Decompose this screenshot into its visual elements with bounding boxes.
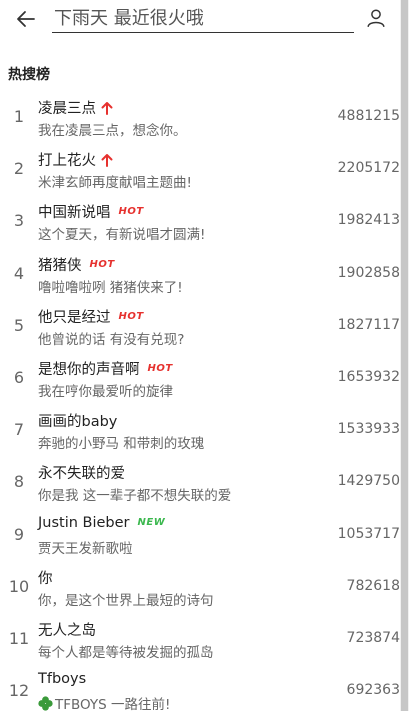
item-subtitle: 噜啦噜啦咧 猪猪侠来了! xyxy=(38,276,183,296)
hot-badge: HOT xyxy=(147,362,173,374)
rank-number: 9 xyxy=(13,524,25,544)
rank-number: 12 xyxy=(8,681,30,701)
list-item[interactable]: 11 无人之岛每个人都是等待被发掘的孤岛 723874 xyxy=(0,614,400,666)
search-count: 1429750 xyxy=(337,473,400,490)
item-title: 永不失联的爱 xyxy=(38,462,125,483)
search-count: 1982413 xyxy=(337,212,400,229)
search-count: 1653932 xyxy=(337,368,400,385)
item-subtitle: 每个人都是等待被发掘的孤岛 xyxy=(38,641,214,661)
trending-up-arrow-icon xyxy=(101,101,113,115)
item-subtitle: 你，是这个世界上最短的诗句 xyxy=(38,589,214,609)
item-title-text: 中国新说唱 xyxy=(38,205,111,222)
list-item[interactable]: 5 他只是经过 HOT 他曾说的话 有没有兑现? 1827117 xyxy=(0,301,400,353)
rank-number: 7 xyxy=(13,420,25,440)
user-icon[interactable] xyxy=(365,7,387,29)
clover-icon xyxy=(38,696,53,711)
item-title: 他只是经过 HOT xyxy=(38,306,144,327)
item-title-text: 打上花火 xyxy=(38,153,96,170)
search-count: 723874 xyxy=(346,629,400,646)
list-item[interactable]: 1 凌晨三点我在凌晨三点，想念你。 4881215 xyxy=(0,92,400,144)
search-count: 1053717 xyxy=(337,525,400,542)
item-title-text: 凌晨三点 xyxy=(38,101,96,117)
rank-number: 1 xyxy=(13,107,25,126)
search-count: 2205172 xyxy=(337,160,400,177)
list-item[interactable]: 4 猪猪侠 HOT 噜啦噜啦咧 猪猪侠来了! 1902858 xyxy=(0,249,400,301)
arrow-left-icon[interactable] xyxy=(14,7,38,31)
item-subtitle-text: 我在哼你最爱听的旋律 xyxy=(38,383,173,400)
item-title: 猪猪侠 HOT xyxy=(38,254,115,275)
hot-badge: HOT xyxy=(118,310,144,322)
item-title-text: 无人之岛 xyxy=(38,622,96,639)
list-item[interactable]: 12 Tfboys TFBOYS 一路往前! 692363 xyxy=(0,666,400,718)
search-count: 1827117 xyxy=(337,316,400,333)
hot-search-list: 1 凌晨三点我在凌晨三点，想念你。 4881215 2 打上花火米津玄師再度献唱主题曲!… xyxy=(0,92,400,718)
search-input[interactable]: 下雨天 最近很火哦 xyxy=(52,6,354,33)
rank-number: 3 xyxy=(13,211,25,231)
search-count: 1533933 xyxy=(337,421,400,438)
list-item[interactable]: 8 永不失联的爱你是我 这一辈子都不想失联的爱 1429750 xyxy=(0,457,400,509)
list-item[interactable]: 3 中国新说唱 HOT 这个夏天，有新说唱才圆满! 1982413 xyxy=(0,196,400,248)
section-title: 热搜榜 xyxy=(8,67,50,83)
item-title-text: Justin Bieber xyxy=(38,514,130,531)
item-title: Tfboys xyxy=(38,671,86,687)
item-subtitle-text: 你，是这个世界上最短的诗句 xyxy=(38,592,214,609)
item-title-text: 是想你的声音啊 xyxy=(38,361,140,378)
search-count: 692363 xyxy=(346,682,400,699)
list-item[interactable]: 7 画画的baby 奔驰的小野马 和带刺的玫瑰 1533933 xyxy=(0,405,400,457)
rank-number: 2 xyxy=(13,159,25,179)
list-item[interactable]: 2 打上花火米津玄師再度献唱主题曲! 2205172 xyxy=(0,144,400,196)
hot-badge: HOT xyxy=(89,258,115,270)
search-count: 1902858 xyxy=(337,264,400,281)
item-subtitle: 贾天王发新歌啦 xyxy=(38,537,133,557)
item-title: 是想你的声音啊 HOT xyxy=(38,358,173,379)
rank-number: 10 xyxy=(8,576,30,596)
item-title-text: 猪猪侠 xyxy=(38,257,82,274)
new-badge: NEW xyxy=(137,517,166,528)
item-subtitle: 他曾说的话 有没有兑现? xyxy=(38,328,184,348)
item-subtitle: 你是我 这一辈子都不想失联的爱 xyxy=(38,484,231,504)
item-title-text: 画画的baby xyxy=(38,414,118,431)
item-title: 打上花火 xyxy=(38,149,113,170)
item-subtitle-text: 噜啦噜啦咧 猪猪侠来了! xyxy=(38,279,183,296)
item-title: 无人之岛 xyxy=(38,619,96,640)
item-title: 你 xyxy=(38,567,53,588)
hot-badge: HOT xyxy=(118,206,144,218)
rank-number: 6 xyxy=(13,367,25,387)
rank-number: 11 xyxy=(8,628,30,648)
item-subtitle-text: 奔驰的小野马 和带刺的玫瑰 xyxy=(38,436,205,453)
list-item[interactable]: 10 你你，是这个世界上最短的诗句 782618 xyxy=(0,562,400,614)
item-subtitle-text: 我在凌晨三点，想念你。 xyxy=(38,123,187,139)
item-subtitle: 我在哼你最爱听的旋律 xyxy=(38,380,173,400)
item-subtitle-text: 米津玄師再度献唱主题曲! xyxy=(38,175,192,192)
item-title-text: Tfboys xyxy=(38,671,87,688)
item-subtitle: TFBOYS 一路往前! xyxy=(38,693,170,713)
item-subtitle: 米津玄師再度献唱主题曲! xyxy=(38,171,192,191)
rank-number: 4 xyxy=(13,263,25,283)
item-title: Justin Bieber NEW xyxy=(38,515,165,531)
item-title-text: 你 xyxy=(38,570,53,587)
item-subtitle-text: 这个夏天，有新说唱才圆满! xyxy=(38,227,206,244)
rank-number: 5 xyxy=(13,315,25,335)
search-count: 782618 xyxy=(346,577,400,594)
search-count: 4881215 xyxy=(337,108,400,124)
item-subtitle-text: 他曾说的话 有没有兑现? xyxy=(38,331,185,348)
item-title: 画画的baby xyxy=(38,410,117,431)
trending-up-arrow-icon xyxy=(101,153,113,167)
list-item[interactable]: 9 Justin Bieber NEW 贾天王发新歌啦 1053717 xyxy=(0,510,400,562)
item-title: 凌晨三点 xyxy=(38,97,113,118)
search-input-value: 下雨天 最近很火哦 xyxy=(54,8,204,29)
rank-number: 8 xyxy=(13,472,25,492)
scrollbar-thumb[interactable] xyxy=(401,0,408,711)
top-bar: 下雨天 最近很火哦 xyxy=(0,0,409,40)
item-subtitle-text: 你是我 这一辈子都不想失联的爱 xyxy=(38,488,232,505)
item-title-text: 永不失联的爱 xyxy=(38,466,125,483)
item-subtitle: 我在凌晨三点，想念你。 xyxy=(38,119,187,139)
item-title: 中国新说唱 HOT xyxy=(38,201,144,222)
item-subtitle: 奔驰的小野马 和带刺的玫瑰 xyxy=(38,432,204,452)
list-item[interactable]: 6 是想你的声音啊 HOT 我在哼你最爱听的旋律 1653932 xyxy=(0,353,400,405)
item-subtitle: 这个夏天，有新说唱才圆满! xyxy=(38,223,205,243)
item-title-text: 他只是经过 xyxy=(38,309,111,326)
item-subtitle-text: 每个人都是等待被发掘的孤岛 xyxy=(38,644,214,661)
item-subtitle-text: 贾天王发新歌啦 xyxy=(38,540,133,557)
